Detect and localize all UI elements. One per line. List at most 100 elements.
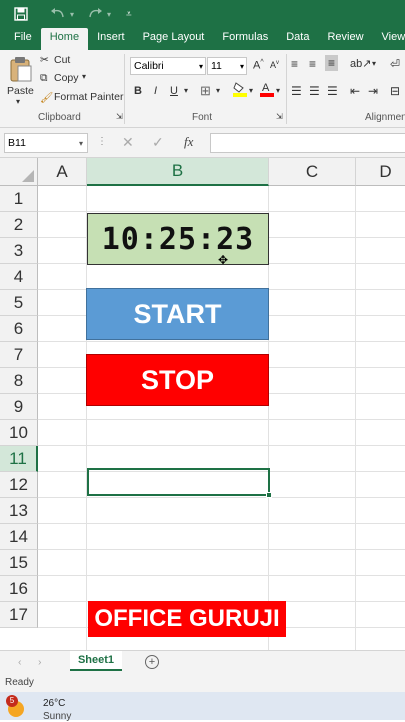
bottom-align-icon[interactable]: ≡ (325, 55, 339, 71)
align-center-icon[interactable]: ☰ (309, 84, 320, 98)
underline-dropdown-icon[interactable]: ▾ (184, 86, 188, 95)
formula-input[interactable] (210, 133, 405, 153)
tab-view[interactable]: View (373, 28, 405, 50)
stop-button[interactable]: STOP (86, 354, 269, 406)
row-header-4[interactable]: 4 (0, 264, 38, 290)
row-header-14[interactable]: 14 (0, 524, 38, 550)
row-header-2[interactable]: 2 (0, 212, 38, 238)
redo-dropdown-icon[interactable]: ▾ (107, 0, 111, 28)
row-gridline (38, 575, 405, 576)
bold-button[interactable]: B (134, 85, 142, 97)
ribbon-home: Paste ▾ ✂ Cut ⧉ Copy ▾ 🖌 Format Painter … (0, 50, 405, 128)
tab-data[interactable]: Data (277, 28, 318, 50)
more-options-icon[interactable]: ⋮ (97, 136, 107, 147)
row-header-16[interactable]: 16 (0, 576, 38, 602)
customize-quick-access-icon[interactable]: ⩡ (126, 0, 132, 28)
merge-center-icon[interactable]: ⊟ (390, 84, 400, 98)
fill-color-dropdown-icon[interactable]: ▾ (249, 86, 253, 95)
wrap-text-icon[interactable]: ⏎ (390, 57, 400, 71)
tab-review[interactable]: Review (318, 28, 372, 50)
borders-dropdown-icon[interactable]: ▾ (216, 86, 220, 95)
font-group-label: Font (192, 112, 213, 123)
undo-icon[interactable] (50, 0, 66, 28)
sheet-tab-sheet1[interactable]: Sheet1 (70, 651, 122, 671)
row-gridline (38, 497, 405, 498)
copy-button[interactable]: Copy (54, 72, 79, 84)
font-color-dropdown-icon[interactable]: ▾ (276, 86, 280, 95)
save-icon[interactable] (14, 0, 28, 28)
row-header-6[interactable]: 6 (0, 316, 38, 342)
borders-icon[interactable]: ⊞ (200, 83, 211, 99)
column-header-a[interactable]: A (38, 158, 87, 186)
tab-home[interactable]: Home (40, 28, 89, 50)
decrease-font-icon[interactable]: Av (270, 60, 279, 70)
undo-dropdown-icon[interactable]: ▾ (70, 0, 74, 28)
orientation-dropdown-icon[interactable]: ▾ (372, 59, 376, 68)
underline-button[interactable]: U (170, 85, 178, 97)
row-header-15[interactable]: 15 (0, 550, 38, 576)
fill-handle[interactable] (266, 492, 272, 498)
tab-file[interactable]: File (0, 28, 41, 50)
ribbon-separator (124, 54, 125, 124)
paste-button[interactable]: Paste ▾ (6, 54, 34, 106)
column-header-d[interactable]: D (356, 158, 405, 186)
start-button[interactable]: START (86, 288, 269, 340)
row-header-13[interactable]: 13 (0, 498, 38, 524)
row-header-12[interactable]: 12 (0, 472, 38, 498)
column-header-b[interactable]: B (87, 158, 269, 186)
font-launcher-icon[interactable]: ⇲ (276, 112, 283, 121)
row-header-11[interactable]: 11 (0, 446, 38, 472)
timer-display[interactable]: 10:25:23 (87, 213, 269, 265)
row-header-5[interactable]: 5 (0, 290, 38, 316)
redo-icon[interactable] (87, 0, 103, 28)
middle-align-icon[interactable]: ≡ (309, 57, 316, 71)
italic-button[interactable]: I (154, 85, 157, 97)
fill-color-icon[interactable] (233, 81, 247, 100)
copy-icon: ⧉ (40, 72, 48, 84)
alignment-group-label: Alignment (365, 112, 405, 123)
decrease-indent-icon[interactable]: ⇤ (350, 84, 360, 98)
font-size-select[interactable]: 11 ▾ (207, 57, 247, 75)
increase-indent-icon[interactable]: ⇥ (368, 84, 378, 98)
cancel-entry-icon[interactable]: ✕ (122, 134, 134, 151)
align-right-icon[interactable]: ☰ (327, 84, 338, 98)
clipboard-icon (9, 56, 33, 87)
format-painter-button[interactable]: Format Painter (54, 91, 123, 103)
prev-sheet-icon[interactable]: ‹ (18, 656, 22, 668)
tab-formulas[interactable]: Formulas (213, 28, 277, 50)
insert-function-button[interactable]: fx (184, 134, 193, 150)
align-left-icon[interactable]: ☰ (291, 84, 302, 98)
next-sheet-icon[interactable]: › (38, 656, 42, 668)
increase-font-icon[interactable]: A^ (253, 59, 264, 72)
row-header-9[interactable]: 9 (0, 394, 38, 420)
row-header-10[interactable]: 10 (0, 420, 38, 446)
cut-button[interactable]: Cut (54, 54, 70, 66)
confirm-entry-icon[interactable]: ✓ (152, 134, 164, 151)
clipboard-launcher-icon[interactable]: ⇲ (116, 112, 123, 121)
stop-label: STOP (140, 364, 215, 395)
selected-cell[interactable] (87, 468, 272, 498)
sheet-tab-label: Sheet1 (77, 654, 115, 666)
row-gridline (38, 445, 405, 446)
weather-widget[interactable]: 5 26°C Sunny (6, 695, 96, 722)
tab-insert[interactable]: Insert (88, 28, 134, 50)
column-header-c[interactable]: C (269, 158, 356, 186)
row-header-7[interactable]: 7 (0, 342, 38, 368)
add-sheet-icon[interactable]: + (145, 655, 159, 669)
orientation-icon[interactable]: ab↗ (350, 57, 371, 70)
font-name-select[interactable]: Calibri ▾ (130, 57, 206, 75)
row-header-3[interactable]: 3 (0, 238, 38, 264)
chevron-down-icon: ▾ (198, 61, 203, 71)
row-header-8[interactable]: 8 (0, 368, 38, 394)
top-align-icon[interactable]: ≡ (291, 57, 298, 71)
name-box[interactable]: B11 ▾ (4, 133, 88, 153)
font-color-icon[interactable]: A (260, 81, 274, 100)
select-all-corner[interactable] (0, 158, 38, 186)
paste-label: Paste (7, 85, 34, 97)
row-header-1[interactable]: 1 (0, 186, 38, 212)
row-header-17[interactable]: 17 (0, 602, 38, 628)
worksheet-grid[interactable]: ABCD 1 2 3 4 5 6 7 8 9 10 11 12 13 14 15 16 17 10:25:23 … (0, 158, 405, 650)
start-label: START (133, 298, 222, 329)
copy-dropdown-icon[interactable]: ▾ (82, 72, 86, 81)
tab-page-layout[interactable]: Page Layout (134, 28, 214, 50)
